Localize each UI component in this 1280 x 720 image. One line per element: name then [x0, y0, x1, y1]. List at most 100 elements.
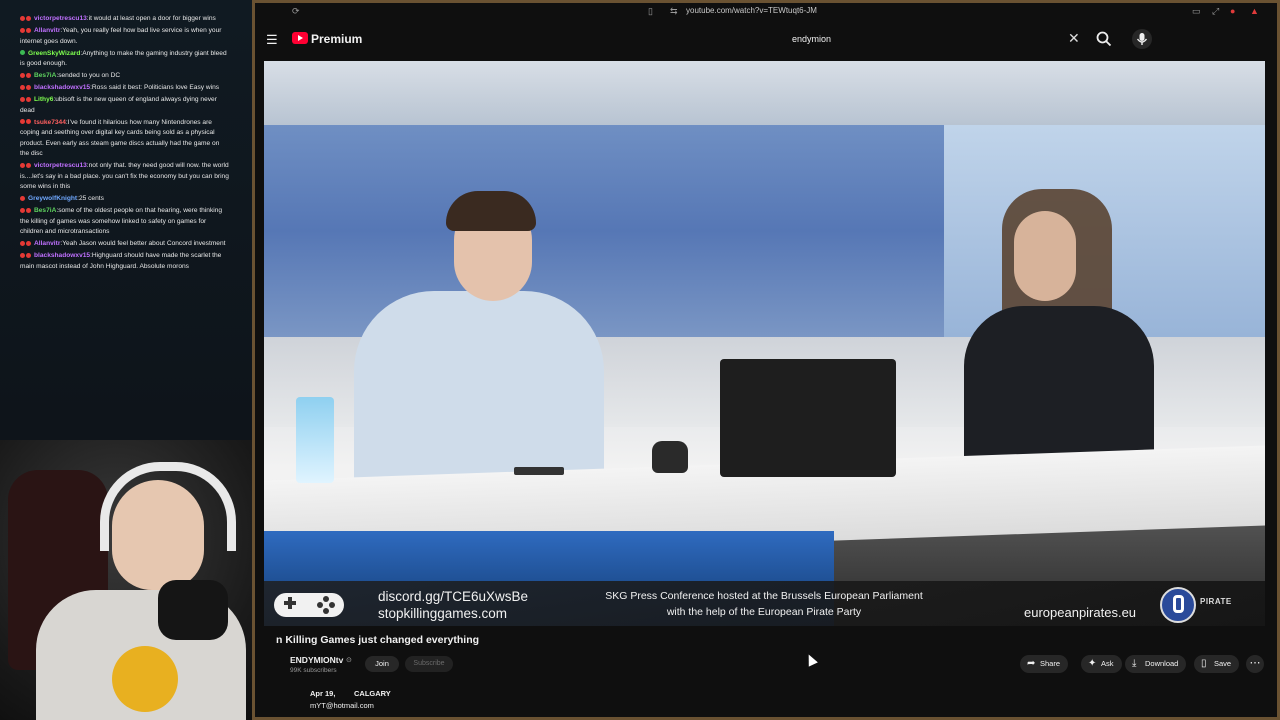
search-icon[interactable]: [1094, 29, 1114, 49]
bookmark-icon: ▯: [1201, 658, 1207, 669]
site-info-icon[interactable]: ⇆: [670, 6, 678, 17]
search-input[interactable]: [786, 28, 1098, 50]
chat-text: it would at least open a door for bigger…: [88, 15, 216, 22]
chat-message: victorpetrescu13:it would at least open …: [20, 14, 230, 25]
chat-username[interactable]: victorpetrescu13: [34, 162, 87, 169]
chat-badge-icon: [26, 162, 31, 168]
chat-username[interactable]: Bes7iA: [34, 72, 56, 79]
chat-badges: [20, 14, 32, 25]
share-page-icon[interactable]: ⤢: [1212, 6, 1219, 17]
chat-badge-icon: [20, 15, 25, 21]
chat-badges: [20, 194, 26, 205]
chat-badge-icon: [20, 96, 25, 102]
video-player[interactable]: discord.gg/TCE6uXwsBe stopkillinggames.c…: [264, 61, 1265, 626]
reload-icon[interactable]: ⟳: [292, 6, 300, 17]
chat-badge-icon: [26, 15, 31, 21]
youtube-premium-label[interactable]: Premium: [311, 32, 362, 46]
sparkle-icon: ✦: [1088, 658, 1097, 669]
chat-username[interactable]: GreenSkyWizard: [28, 50, 80, 57]
subscriber-count: 99K subscribers: [290, 667, 337, 674]
download-button[interactable]: ⤓ Download: [1125, 655, 1187, 673]
lower-third-overlay: discord.gg/TCE6uXwsBe stopkillinggames.c…: [264, 581, 1265, 626]
chat-badge-icon: [20, 72, 25, 78]
search-box[interactable]: [786, 28, 1098, 50]
save-button[interactable]: ▯ Save: [1194, 655, 1240, 673]
chat-badge-icon: [20, 162, 25, 168]
left-person-hair: [446, 191, 536, 231]
close-icon[interactable]: ✕: [1068, 30, 1080, 47]
chat-username[interactable]: Allanvitr: [34, 27, 60, 34]
chat-badge-icon: [20, 119, 25, 125]
gamepad-icon: [274, 593, 344, 617]
chat-badge-icon: [26, 84, 31, 90]
chat-message: GreywolfKnight:25 cents: [20, 194, 230, 205]
upload-date: Apr 19,: [310, 689, 336, 698]
chat-username[interactable]: Allanvitr: [34, 240, 60, 247]
chat-message: Allanvitr:Yeah Jason would feel better a…: [20, 239, 230, 250]
window-icon[interactable]: ▭: [1192, 6, 1201, 17]
location-text: CALGARY: [354, 689, 391, 698]
chat-badge-icon: [20, 207, 25, 213]
channel-name[interactable]: ENDYMIONtv: [290, 655, 343, 665]
microphone: [158, 580, 228, 640]
chat-message: Bes7iA:some of the oldest people on that…: [20, 206, 230, 238]
pirates-url: europeanpirates.eu: [1024, 605, 1137, 620]
join-button[interactable]: Join: [365, 656, 399, 672]
chat-message: Lithy6:ubisoft is the new queen of engla…: [20, 95, 230, 116]
chat-badges: [20, 118, 32, 129]
address-bar[interactable]: ⟳ ▯ ⇆ youtube.com/watch?v=TEWtuqt6-JM ▭ …: [252, 4, 1280, 20]
channel-row: ENDYMIONtv ⊙ 99K subscribers Join Subscr…: [276, 652, 1266, 678]
hamburger-menu-icon[interactable]: ☰: [266, 32, 278, 48]
chat-badges: [20, 206, 32, 217]
chat-badge-icon: [26, 72, 31, 78]
url-text[interactable]: youtube.com/watch?v=TEWtuqt6-JM: [686, 6, 817, 15]
chat-badges: [20, 239, 32, 250]
chat-badge-icon: [26, 96, 31, 102]
right-person-head: [1014, 211, 1076, 301]
chat-badge-icon: [20, 240, 25, 246]
chat-message: blackshadowxv15:Ross said it best: Polit…: [20, 83, 230, 94]
chat-badges: [20, 251, 32, 262]
discord-link: discord.gg/TCE6uXwsBe: [378, 589, 529, 604]
chat-username[interactable]: Bes7iA: [34, 207, 56, 214]
chat-text: sended to you on DC: [58, 72, 121, 79]
chat-badges: [20, 161, 32, 172]
chat-username[interactable]: blackshadowxv15: [34, 252, 90, 259]
download-label: Download: [1145, 659, 1179, 668]
chat-message: GreenSkyWizard:Anything to make the gami…: [20, 49, 230, 70]
chat-username[interactable]: blackshadowxv15: [34, 84, 90, 91]
profile-icon[interactable]: ▲: [1250, 6, 1259, 16]
chat-badge-icon: [26, 119, 31, 125]
subscribe-button[interactable]: Subscribe: [405, 656, 453, 672]
left-person: [354, 291, 604, 491]
pirate-party-logo-text: PIRATE: [1200, 597, 1232, 606]
share-label: Share: [1040, 659, 1061, 668]
chat-username[interactable]: victorpetrescu13: [34, 15, 87, 22]
share-button[interactable]: ➦ Share: [1020, 655, 1069, 673]
bookmark-icon[interactable]: ▯: [648, 6, 653, 17]
webcam-feed: [0, 440, 290, 720]
chat-badge-icon: [20, 195, 25, 201]
chat-badge-icon: [26, 207, 31, 213]
extension-icon[interactable]: ●: [1230, 6, 1235, 16]
chat-message: blackshadowxv15:Highguard should have ma…: [20, 251, 230, 272]
computer-mouse: [652, 441, 688, 473]
caption-line-1: SKG Press Conference hosted at the Bruss…: [605, 590, 923, 602]
ask-button[interactable]: ✦ Ask: [1081, 655, 1122, 673]
download-icon: ⤓: [1132, 658, 1137, 669]
laptop: [720, 359, 896, 477]
microphone-icon[interactable]: [1132, 29, 1152, 49]
chat-username[interactable]: tsuke7344: [34, 119, 66, 126]
chat-username[interactable]: GreywolfKnight: [28, 195, 77, 202]
video-title: n Killing Games just changed everything: [276, 634, 480, 646]
ceiling: [264, 61, 1265, 125]
chat-username[interactable]: Lithy6: [34, 96, 53, 103]
chat-badges: [20, 49, 26, 60]
youtube-logo-icon[interactable]: [292, 32, 308, 44]
chat-badge-icon: [20, 252, 25, 258]
description-box[interactable]: Apr 19, CALGARY mYT@hotmail.com: [276, 688, 576, 714]
phone: [514, 467, 564, 475]
chat-badge-icon: [26, 240, 31, 246]
contact-email: mYT@hotmail.com: [310, 701, 374, 710]
more-actions-icon[interactable]: ⋯: [1246, 655, 1264, 673]
